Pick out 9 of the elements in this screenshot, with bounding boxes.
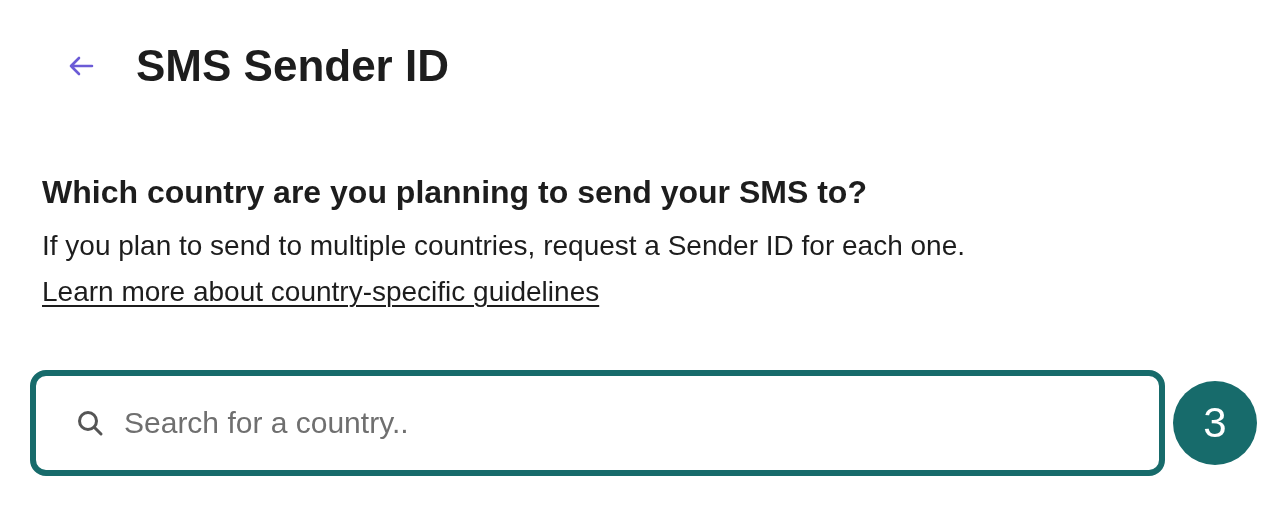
back-arrow-icon xyxy=(68,55,94,77)
search-icon xyxy=(76,409,104,437)
back-button[interactable] xyxy=(68,55,94,77)
description-text: If you plan to send to multiple countries, request a Sender ID for each one. xyxy=(42,229,966,263)
page-title: SMS Sender ID xyxy=(136,40,449,92)
step-badge: 3 xyxy=(1173,381,1257,465)
search-field[interactable]: Search for a country.. xyxy=(30,370,1165,476)
guidelines-link[interactable]: Learn more about country-specific guidelines xyxy=(42,274,600,310)
question-heading: Which country are you planning to send your SMS to? xyxy=(42,173,868,212)
